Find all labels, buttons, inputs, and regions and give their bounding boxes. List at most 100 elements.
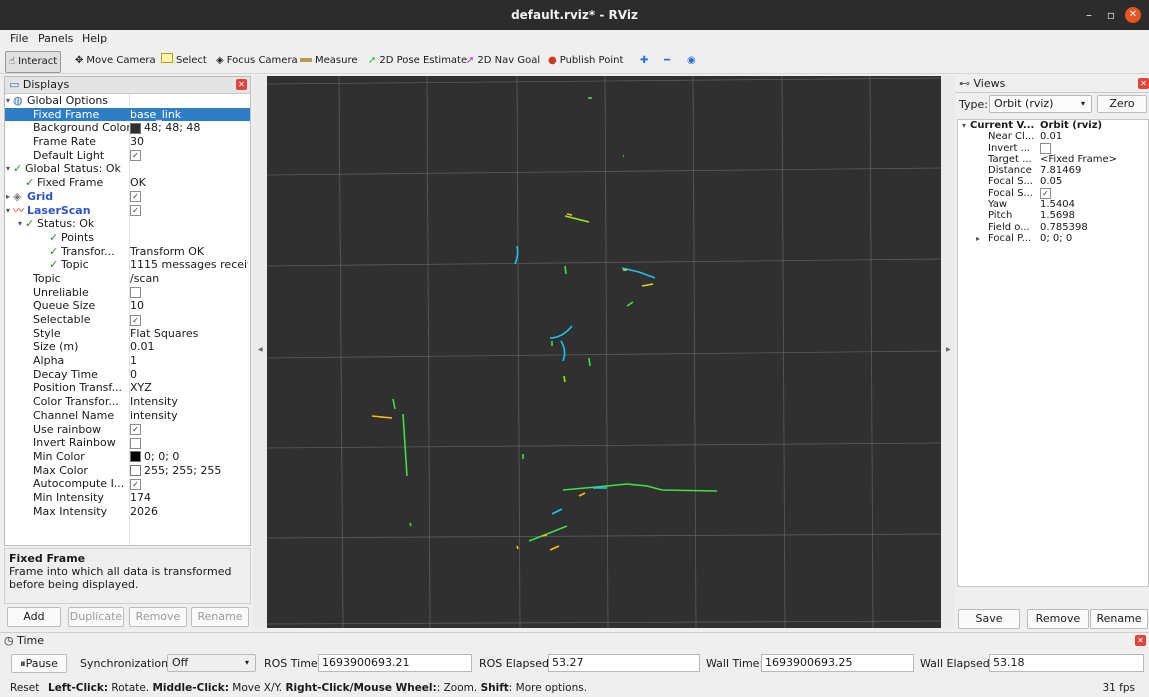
left-splitter[interactable]: ◀ — [253, 76, 267, 628]
sync-select[interactable]: Off ▾ — [167, 654, 256, 672]
publish-point-button[interactable]: ● Publish Point — [545, 51, 626, 71]
display-property-row[interactable]: ▾ 〰 LaserScan ✓ — [5, 204, 250, 218]
view-property-row[interactable]: ▸ Focal P... 0; 0; 0 — [958, 233, 1148, 244]
right-splitter[interactable]: ▶ — [941, 76, 955, 628]
view-property-value[interactable]: 0; 0; 0 — [1040, 233, 1145, 244]
view-property-value[interactable]: Orbit (rviz) — [1040, 120, 1145, 131]
close-icon[interactable]: ✕ — [236, 79, 247, 90]
view-property-value[interactable]: 1.5698 — [1040, 210, 1145, 221]
collapse-arrow-icon[interactable]: ▸ — [6, 190, 10, 204]
expand-arrow-icon[interactable]: ▸ — [976, 233, 980, 244]
property-value[interactable]: Intensity — [130, 395, 248, 409]
checkbox[interactable]: ✓ — [130, 191, 141, 203]
select-button[interactable]: Select — [158, 51, 210, 71]
checkbox[interactable]: ✓ — [130, 424, 141, 435]
property-value[interactable]: ✓ — [130, 313, 248, 327]
display-property-row[interactable]: Min Intensity 174 — [5, 491, 250, 505]
checkbox[interactable]: ✓ — [130, 150, 141, 162]
view-property-row[interactable]: Near Cl... 0.01 — [958, 131, 1148, 142]
display-property-row[interactable]: ▾ ✓ Global Status: Ok — [5, 162, 250, 176]
expand-arrow-icon[interactable]: ▾ — [962, 120, 966, 131]
remove-tool-icon[interactable]: ━ — [661, 51, 673, 71]
display-property-row[interactable]: Use rainbow ✓ — [5, 423, 250, 437]
display-property-row[interactable]: Color Transfor... Intensity — [5, 395, 250, 409]
minimize-icon[interactable]: – — [1081, 7, 1097, 23]
expand-arrow-icon[interactable]: ▾ — [6, 94, 10, 108]
menu-file[interactable]: File — [10, 32, 28, 45]
display-property-row[interactable]: ✓Topic 1115 messages receiv... — [5, 258, 250, 272]
close-icon[interactable]: ✕ — [1135, 635, 1146, 646]
views-tree[interactable]: ▾ Current V... Orbit (rviz) Near Cl... 0.01 I… — [957, 119, 1149, 587]
close-icon[interactable]: ✕ — [1125, 7, 1141, 23]
ros-time-field[interactable]: 1693900693.21 — [318, 654, 472, 672]
duplicate-button[interactable]: Duplicate — [68, 607, 124, 627]
display-property-row[interactable]: ✓ Points — [5, 231, 250, 245]
property-value[interactable]: 2026 — [130, 505, 248, 519]
rename-button[interactable]: Rename — [191, 607, 249, 627]
property-value[interactable]: 48; 48; 48 — [130, 121, 248, 135]
checkbox[interactable] — [1040, 142, 1051, 154]
render-view[interactable] — [266, 75, 942, 629]
view-property-row[interactable]: Target ... <Fixed Frame> — [958, 154, 1148, 165]
display-property-row[interactable]: ▸ ◈ Grid ✓ — [5, 190, 250, 204]
property-value[interactable]: ✓ — [130, 423, 248, 437]
checkbox[interactable]: ✓ — [130, 314, 141, 326]
save-view-button[interactable]: Save — [958, 609, 1020, 629]
display-property-row[interactable]: ✓ Fixed Frame OK — [5, 176, 250, 190]
display-property-row[interactable]: ▾ ◍ Global Options — [5, 94, 250, 108]
property-value[interactable]: 255; 255; 255 — [130, 464, 248, 478]
view-type-select[interactable]: Orbit (rviz) ▾ — [989, 95, 1092, 113]
close-icon[interactable]: ✕ — [1138, 78, 1149, 89]
view-property-row[interactable]: Invert ... — [958, 142, 1148, 155]
expand-arrow-icon[interactable]: ▾ — [6, 162, 10, 176]
property-value[interactable]: 174 — [130, 491, 248, 505]
property-value[interactable]: 0; 0; 0 — [130, 450, 248, 464]
checkbox[interactable]: ✓ — [130, 478, 141, 490]
ros-elapsed-field[interactable]: 53.27 — [548, 654, 700, 672]
display-property-row[interactable]: Topic/scan — [5, 272, 250, 286]
display-property-row[interactable]: Default Light ✓ — [5, 149, 250, 163]
menu-help[interactable]: Help — [82, 32, 107, 45]
display-property-row[interactable]: Alpha 1 — [5, 354, 250, 368]
wall-time-field[interactable]: 1693900693.25 — [761, 654, 914, 672]
render-canvas[interactable] — [266, 75, 942, 629]
expand-arrow-icon[interactable]: ▾ — [18, 217, 22, 231]
focus-camera-button[interactable]: ◈ Focus Camera — [213, 51, 301, 71]
add-button[interactable]: Add — [7, 607, 61, 627]
display-property-row[interactable]: Max Intensity 2026 — [5, 505, 250, 519]
display-property-row[interactable]: Unreliable — [5, 286, 250, 300]
property-value[interactable]: Transform OK — [130, 245, 248, 259]
display-property-row[interactable]: Decay Time 0 — [5, 368, 250, 382]
interact-button[interactable]: ☝ Interact — [5, 51, 62, 73]
view-property-value[interactable]: 0.785398 — [1040, 222, 1145, 233]
property-value[interactable]: ✓ — [130, 204, 248, 218]
display-property-row[interactable]: Invert Rainbow — [5, 436, 250, 450]
property-value[interactable]: Flat Squares — [130, 327, 248, 341]
view-property-value[interactable]: 1.5404 — [1040, 199, 1145, 210]
rename-view-button[interactable]: Rename — [1090, 609, 1148, 629]
property-value[interactable]: OK — [130, 176, 248, 190]
property-value[interactable]: ✓ — [130, 190, 248, 204]
remove-view-button[interactable]: Remove — [1027, 609, 1089, 629]
view-property-value[interactable]: 7.81469 — [1040, 165, 1145, 176]
checkbox[interactable]: ✓ — [1040, 187, 1051, 199]
reset-button[interactable]: Reset — [10, 679, 39, 697]
view-property-row[interactable]: Pitch 1.5698 — [958, 210, 1148, 221]
property-value[interactable]: 1115 messages receiv... — [130, 258, 248, 272]
display-property-row[interactable]: Size (m) 0.01 — [5, 340, 250, 354]
property-value[interactable] — [130, 286, 248, 300]
view-property-value[interactable]: ✓ — [1040, 187, 1145, 200]
display-property-row[interactable]: Frame Rate 30 — [5, 135, 250, 149]
property-value[interactable]: ✓ — [130, 149, 248, 163]
display-property-row[interactable]: ▾ ✓ Status: Ok — [5, 217, 250, 231]
checkbox[interactable] — [130, 437, 141, 449]
remove-button[interactable]: Remove — [129, 607, 187, 627]
property-value[interactable]: ✓ — [130, 477, 248, 491]
property-value[interactable]: /scan — [130, 272, 248, 286]
property-value[interactable]: base_link — [130, 108, 248, 122]
view-property-value[interactable]: 0.01 — [1040, 131, 1145, 142]
pause-button[interactable]: ⏸Pause — [11, 654, 67, 673]
view-property-value[interactable] — [1040, 142, 1145, 155]
view-property-row[interactable]: Focal S... ✓ — [958, 187, 1148, 200]
property-value[interactable]: 0 — [130, 368, 248, 382]
